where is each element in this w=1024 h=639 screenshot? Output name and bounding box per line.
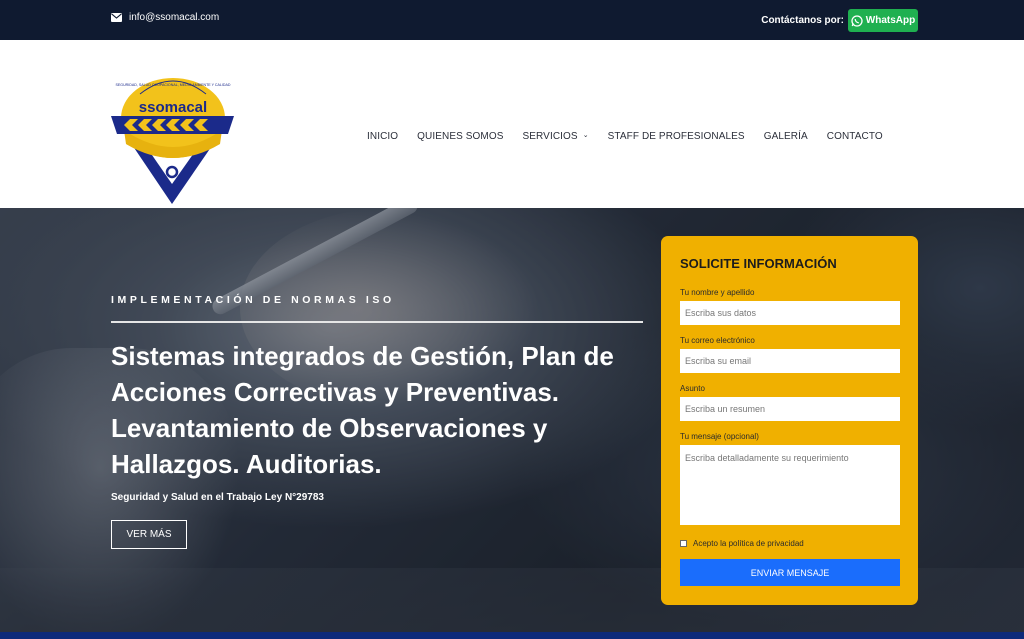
nav-quienes-somos[interactable]: QUIENES SOMOS bbox=[417, 131, 503, 142]
privacy-row: Acepto la política de privacidad bbox=[680, 539, 804, 548]
nav-staff-profesionales[interactable]: STAFF DE PROFESIONALES bbox=[608, 131, 745, 142]
nav-servicios[interactable]: SERVICIOS ⌄ bbox=[523, 131, 589, 142]
subject-field[interactable] bbox=[680, 397, 900, 421]
top-bar: info@ssomacal.com Contáctanos por: Whats… bbox=[0, 0, 1024, 40]
ver-mas-button[interactable]: VER MÁS bbox=[111, 520, 187, 549]
site-header: SEGURIDAD, SALUD OCUPACIONAL, MEDIO AMBI… bbox=[0, 40, 1024, 208]
email-contact[interactable]: info@ssomacal.com bbox=[111, 12, 219, 23]
chevron-down-icon: ⌄ bbox=[582, 131, 589, 139]
privacy-label[interactable]: Acepto la política de privacidad bbox=[693, 539, 804, 548]
whatsapp-button[interactable]: WhatsApp bbox=[848, 9, 918, 32]
hero-subtitle: Seguridad y Salud en el Trabajo Ley N°29… bbox=[111, 492, 324, 503]
envelope-icon bbox=[111, 13, 122, 22]
nav-contacto[interactable]: CONTACTO bbox=[827, 131, 883, 142]
hero-headline: Sistemas integrados de Gestión, Plan de … bbox=[111, 341, 614, 479]
submit-button[interactable]: ENVIAR MENSAJE bbox=[680, 559, 900, 586]
hero-divider bbox=[111, 321, 643, 323]
message-label: Tu mensaje (opcional) bbox=[680, 432, 759, 441]
nav-galeria[interactable]: GALERÍA bbox=[764, 131, 808, 142]
message-field[interactable] bbox=[680, 445, 900, 525]
nav-inicio[interactable]: INICIO bbox=[367, 131, 398, 142]
form-title: SOLICITE INFORMACIÓN bbox=[680, 256, 837, 271]
email-text[interactable]: info@ssomacal.com bbox=[129, 12, 219, 23]
email-field[interactable] bbox=[680, 349, 900, 373]
whatsapp-label: WhatsApp bbox=[865, 15, 916, 26]
logo-ring-text: SEGURIDAD, SALUD OCUPACIONAL, MEDIO AMBI… bbox=[115, 83, 230, 87]
name-label: Tu nombre y apellido bbox=[680, 288, 755, 297]
name-field[interactable] bbox=[680, 301, 900, 325]
email-label: Tu correo electrónico bbox=[680, 336, 755, 345]
contact-label: Contáctanos por: bbox=[761, 15, 844, 26]
ssomacal-logo[interactable]: SEGURIDAD, SALUD OCUPACIONAL, MEDIO AMBI… bbox=[110, 72, 235, 207]
main-nav: INICIO QUIENES SOMOS SERVICIOS ⌄ STAFF DE… bbox=[367, 131, 902, 142]
whatsapp-icon bbox=[851, 14, 863, 27]
subject-label: Asunto bbox=[680, 384, 705, 393]
privacy-checkbox[interactable] bbox=[680, 540, 687, 547]
hero-eyebrow: IMPLEMENTACIÓN DE NORMAS ISO bbox=[111, 294, 395, 306]
logo-brand-text: ssomacal bbox=[139, 99, 207, 116]
bottom-strip bbox=[0, 632, 1024, 639]
info-request-form: SOLICITE INFORMACIÓN Tu nombre y apellid… bbox=[661, 236, 918, 605]
